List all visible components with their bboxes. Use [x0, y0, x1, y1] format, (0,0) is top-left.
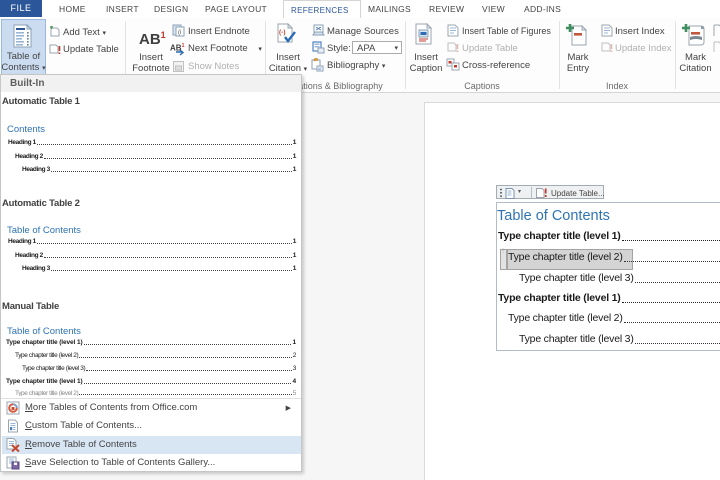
svg-text:(i: (i: [178, 30, 181, 36]
svg-text:(-): (-): [279, 29, 286, 36]
